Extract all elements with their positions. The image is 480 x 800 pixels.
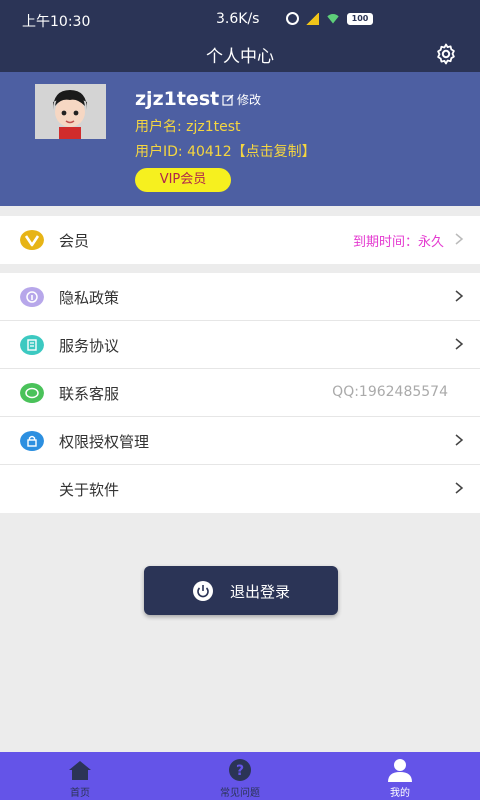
chat-icon xyxy=(20,383,44,403)
menu-item-label: 服务协议 xyxy=(59,337,120,355)
menu-item-about[interactable]: 关于软件 xyxy=(0,465,480,513)
tab-label: 首页 xyxy=(70,788,90,799)
vip-badge: VIP会员 xyxy=(135,168,231,192)
chevron-right-icon xyxy=(455,233,464,245)
chevron-right-icon xyxy=(455,434,464,446)
status-icons: 100 xyxy=(286,12,373,25)
menu-item-privacy-policy[interactable]: 隐私政策 xyxy=(0,273,480,321)
tab-home[interactable]: 首页 xyxy=(40,752,120,800)
menu-item-label: 关于软件 xyxy=(59,481,120,499)
avatar[interactable] xyxy=(35,84,106,139)
power-icon xyxy=(193,581,213,601)
lock-icon xyxy=(20,431,44,451)
home-icon xyxy=(69,761,91,780)
edit-icon xyxy=(222,94,234,106)
membership-section: 会员 到期时间：永久 xyxy=(0,216,480,264)
tab-faq[interactable]: ? 常见问题 xyxy=(200,752,280,800)
svg-text:?: ? xyxy=(236,763,244,779)
page-title: 个人中心 xyxy=(206,47,274,67)
chevron-right-icon xyxy=(455,338,464,350)
tab-label: 常见问题 xyxy=(220,788,260,799)
account-name: 用户名: zjz1test xyxy=(135,119,241,135)
status-bar: 上午10:30 3.6K/s 100 xyxy=(0,0,480,36)
chevron-right-icon xyxy=(455,290,464,302)
info-icon xyxy=(20,287,44,307)
menu-item-label: 权限授权管理 xyxy=(59,433,150,451)
logout-label: 退出登录 xyxy=(230,583,291,601)
profile-card: zjz1test 修改 用户名: zjz1test 用户ID: 40412【点击… xyxy=(0,72,480,206)
question-icon: ? xyxy=(229,759,251,781)
user-id-copy[interactable]: 用户ID: 40412【点击复制】 xyxy=(135,141,316,161)
user-icon xyxy=(388,759,412,782)
tab-label: 我的 xyxy=(390,788,410,799)
menu-item-label: 隐私政策 xyxy=(59,289,120,307)
membership-expiry: 到期时间：永久 xyxy=(352,235,444,250)
chevron-right-icon xyxy=(455,482,464,494)
support-qq-number: QQ:1962485574 xyxy=(332,384,448,400)
vip-icon xyxy=(20,230,44,250)
bottom-nav: 首页 ? 常见问题 我的 xyxy=(0,752,480,800)
avatar-cartoon-icon xyxy=(35,84,106,139)
alarm-icon xyxy=(286,12,299,25)
edit-label: 修改 xyxy=(237,93,262,107)
menu-item-contact-support[interactable]: 联系客服 QQ:1962485574 xyxy=(0,369,480,417)
status-time: 上午10:30 xyxy=(22,14,91,30)
username: zjz1test xyxy=(135,88,220,110)
tab-mine[interactable]: 我的 xyxy=(360,752,440,800)
document-icon xyxy=(20,335,44,355)
battery-icon: 100 xyxy=(347,12,373,25)
settings-menu: 隐私政策 服务协议 联系客服 QQ:1962485574 权限授权管理 关于软件 xyxy=(0,273,480,513)
edit-profile-button[interactable]: 修改 xyxy=(222,91,261,108)
menu-item-permissions[interactable]: 权限授权管理 xyxy=(0,417,480,465)
app-header: 个人中心 xyxy=(0,36,480,72)
network-speed: 3.6K/s xyxy=(216,11,260,27)
membership-row[interactable]: 会员 到期时间：永久 xyxy=(0,216,480,264)
membership-label: 会员 xyxy=(59,232,90,250)
signal-icon xyxy=(305,12,319,25)
logout-button[interactable]: 退出登录 xyxy=(144,566,338,615)
wifi-icon xyxy=(325,13,341,24)
gear-icon[interactable] xyxy=(434,42,458,66)
menu-item-label: 联系客服 xyxy=(59,385,120,403)
menu-item-service-agreement[interactable]: 服务协议 xyxy=(0,321,480,369)
